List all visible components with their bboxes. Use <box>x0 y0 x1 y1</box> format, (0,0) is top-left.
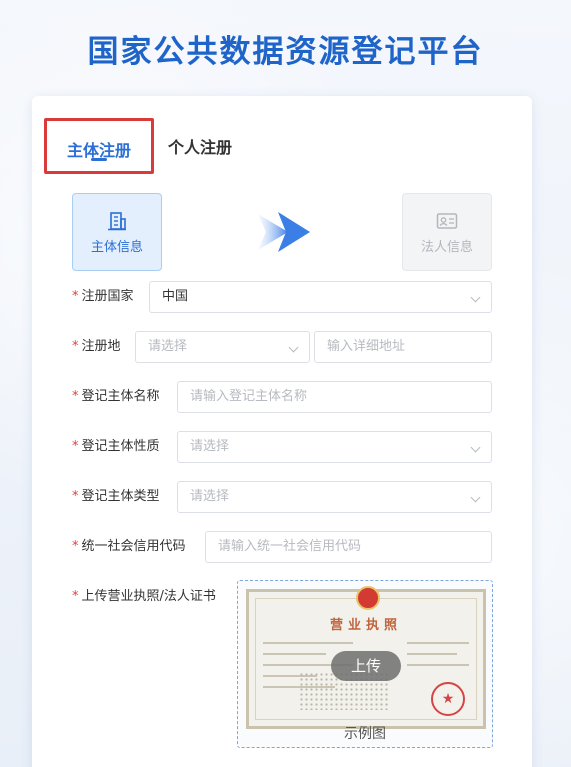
entity-name-label: * 登记主体名称 <box>72 389 160 404</box>
upload-label: * 上传营业执照/法人证书 <box>72 589 216 604</box>
credit-code-label: * 统一社会信用代码 <box>72 539 186 554</box>
step-legal-person-label: 法人信息 <box>420 240 473 255</box>
sample-caption: 示例图 <box>344 726 386 742</box>
required-mark: * <box>72 539 79 554</box>
license-upload-area[interactable]: 营业执照 ★ 上传 示例图 <box>237 580 493 748</box>
entity-type-select[interactable]: 请选择 <box>177 481 492 513</box>
national-emblem-icon <box>356 586 380 610</box>
credit-code-input[interactable]: 请输入统一社会信用代码 <box>205 531 492 563</box>
id-card-icon <box>436 213 458 229</box>
entity-type-placeholder: 请选择 <box>190 489 230 504</box>
required-mark: * <box>72 289 79 304</box>
entity-name-row: * 登记主体名称 请输入登记主体名称 <box>72 381 492 413</box>
step-arrow-icon <box>258 212 310 252</box>
address-placeholder: 输入详细地址 <box>327 339 406 354</box>
country-value: 中国 <box>162 289 189 304</box>
tab-personal-registration[interactable]: 个人注册 <box>168 118 258 174</box>
page-title: 国家公共数据资源登记平台 <box>87 34 484 70</box>
chevron-down-icon <box>288 342 299 353</box>
country-label: * 注册国家 <box>72 289 134 304</box>
required-mark: * <box>72 339 79 354</box>
license-text-lines-right <box>407 642 469 675</box>
tab-personal-label: 个人注册 <box>168 138 233 157</box>
entity-type-row: * 登记主体类型 请选择 <box>72 481 492 513</box>
entity-nature-select[interactable]: 请选择 <box>177 431 492 463</box>
country-row: * 注册国家 中国 <box>72 281 492 313</box>
entity-type-label: * 登记主体类型 <box>72 489 160 504</box>
entity-nature-placeholder: 请选择 <box>190 439 230 454</box>
address-input[interactable]: 输入详细地址 <box>314 331 492 363</box>
chevron-down-icon <box>470 492 481 503</box>
active-tab-indicator <box>91 158 107 161</box>
required-mark: * <box>72 489 79 504</box>
chevron-down-icon <box>470 292 481 303</box>
entity-nature-label: * 登记主体性质 <box>72 439 160 454</box>
building-icon <box>108 212 126 231</box>
entity-nature-row: * 登记主体性质 请选择 <box>72 431 492 463</box>
location-region-placeholder: 请选择 <box>148 339 188 354</box>
upload-button[interactable]: 上传 <box>331 651 401 681</box>
location-row: * 注册地 请选择 输入详细地址 <box>72 331 492 363</box>
required-mark: * <box>72 389 79 404</box>
registration-tabs: 主体注册 个人注册 <box>44 118 344 176</box>
required-mark: * <box>72 589 79 604</box>
red-stamp-icon: ★ <box>431 682 465 716</box>
registration-card: 主体注册 个人注册 主体信息 法人信息 * 注册国家 中国 * 注册地 请选择 … <box>32 96 532 767</box>
country-select[interactable]: 中国 <box>149 281 492 313</box>
chevron-down-icon <box>470 442 481 453</box>
entity-name-placeholder: 请输入登记主体名称 <box>190 389 308 404</box>
step-entity-label: 主体信息 <box>90 240 143 255</box>
step-legal-person-info[interactable]: 法人信息 <box>402 193 492 271</box>
credit-code-placeholder: 请输入统一社会信用代码 <box>218 539 362 554</box>
credit-code-row: * 统一社会信用代码 请输入统一社会信用代码 <box>72 531 492 563</box>
step-entity-info[interactable]: 主体信息 <box>72 193 162 271</box>
location-region-select[interactable]: 请选择 <box>135 331 310 363</box>
location-label: * 注册地 <box>72 339 121 354</box>
license-title: 营业执照 <box>329 618 402 633</box>
entity-name-input[interactable]: 请输入登记主体名称 <box>177 381 492 413</box>
tab-entity-registration[interactable]: 主体注册 <box>44 118 154 174</box>
required-mark: * <box>72 439 79 454</box>
